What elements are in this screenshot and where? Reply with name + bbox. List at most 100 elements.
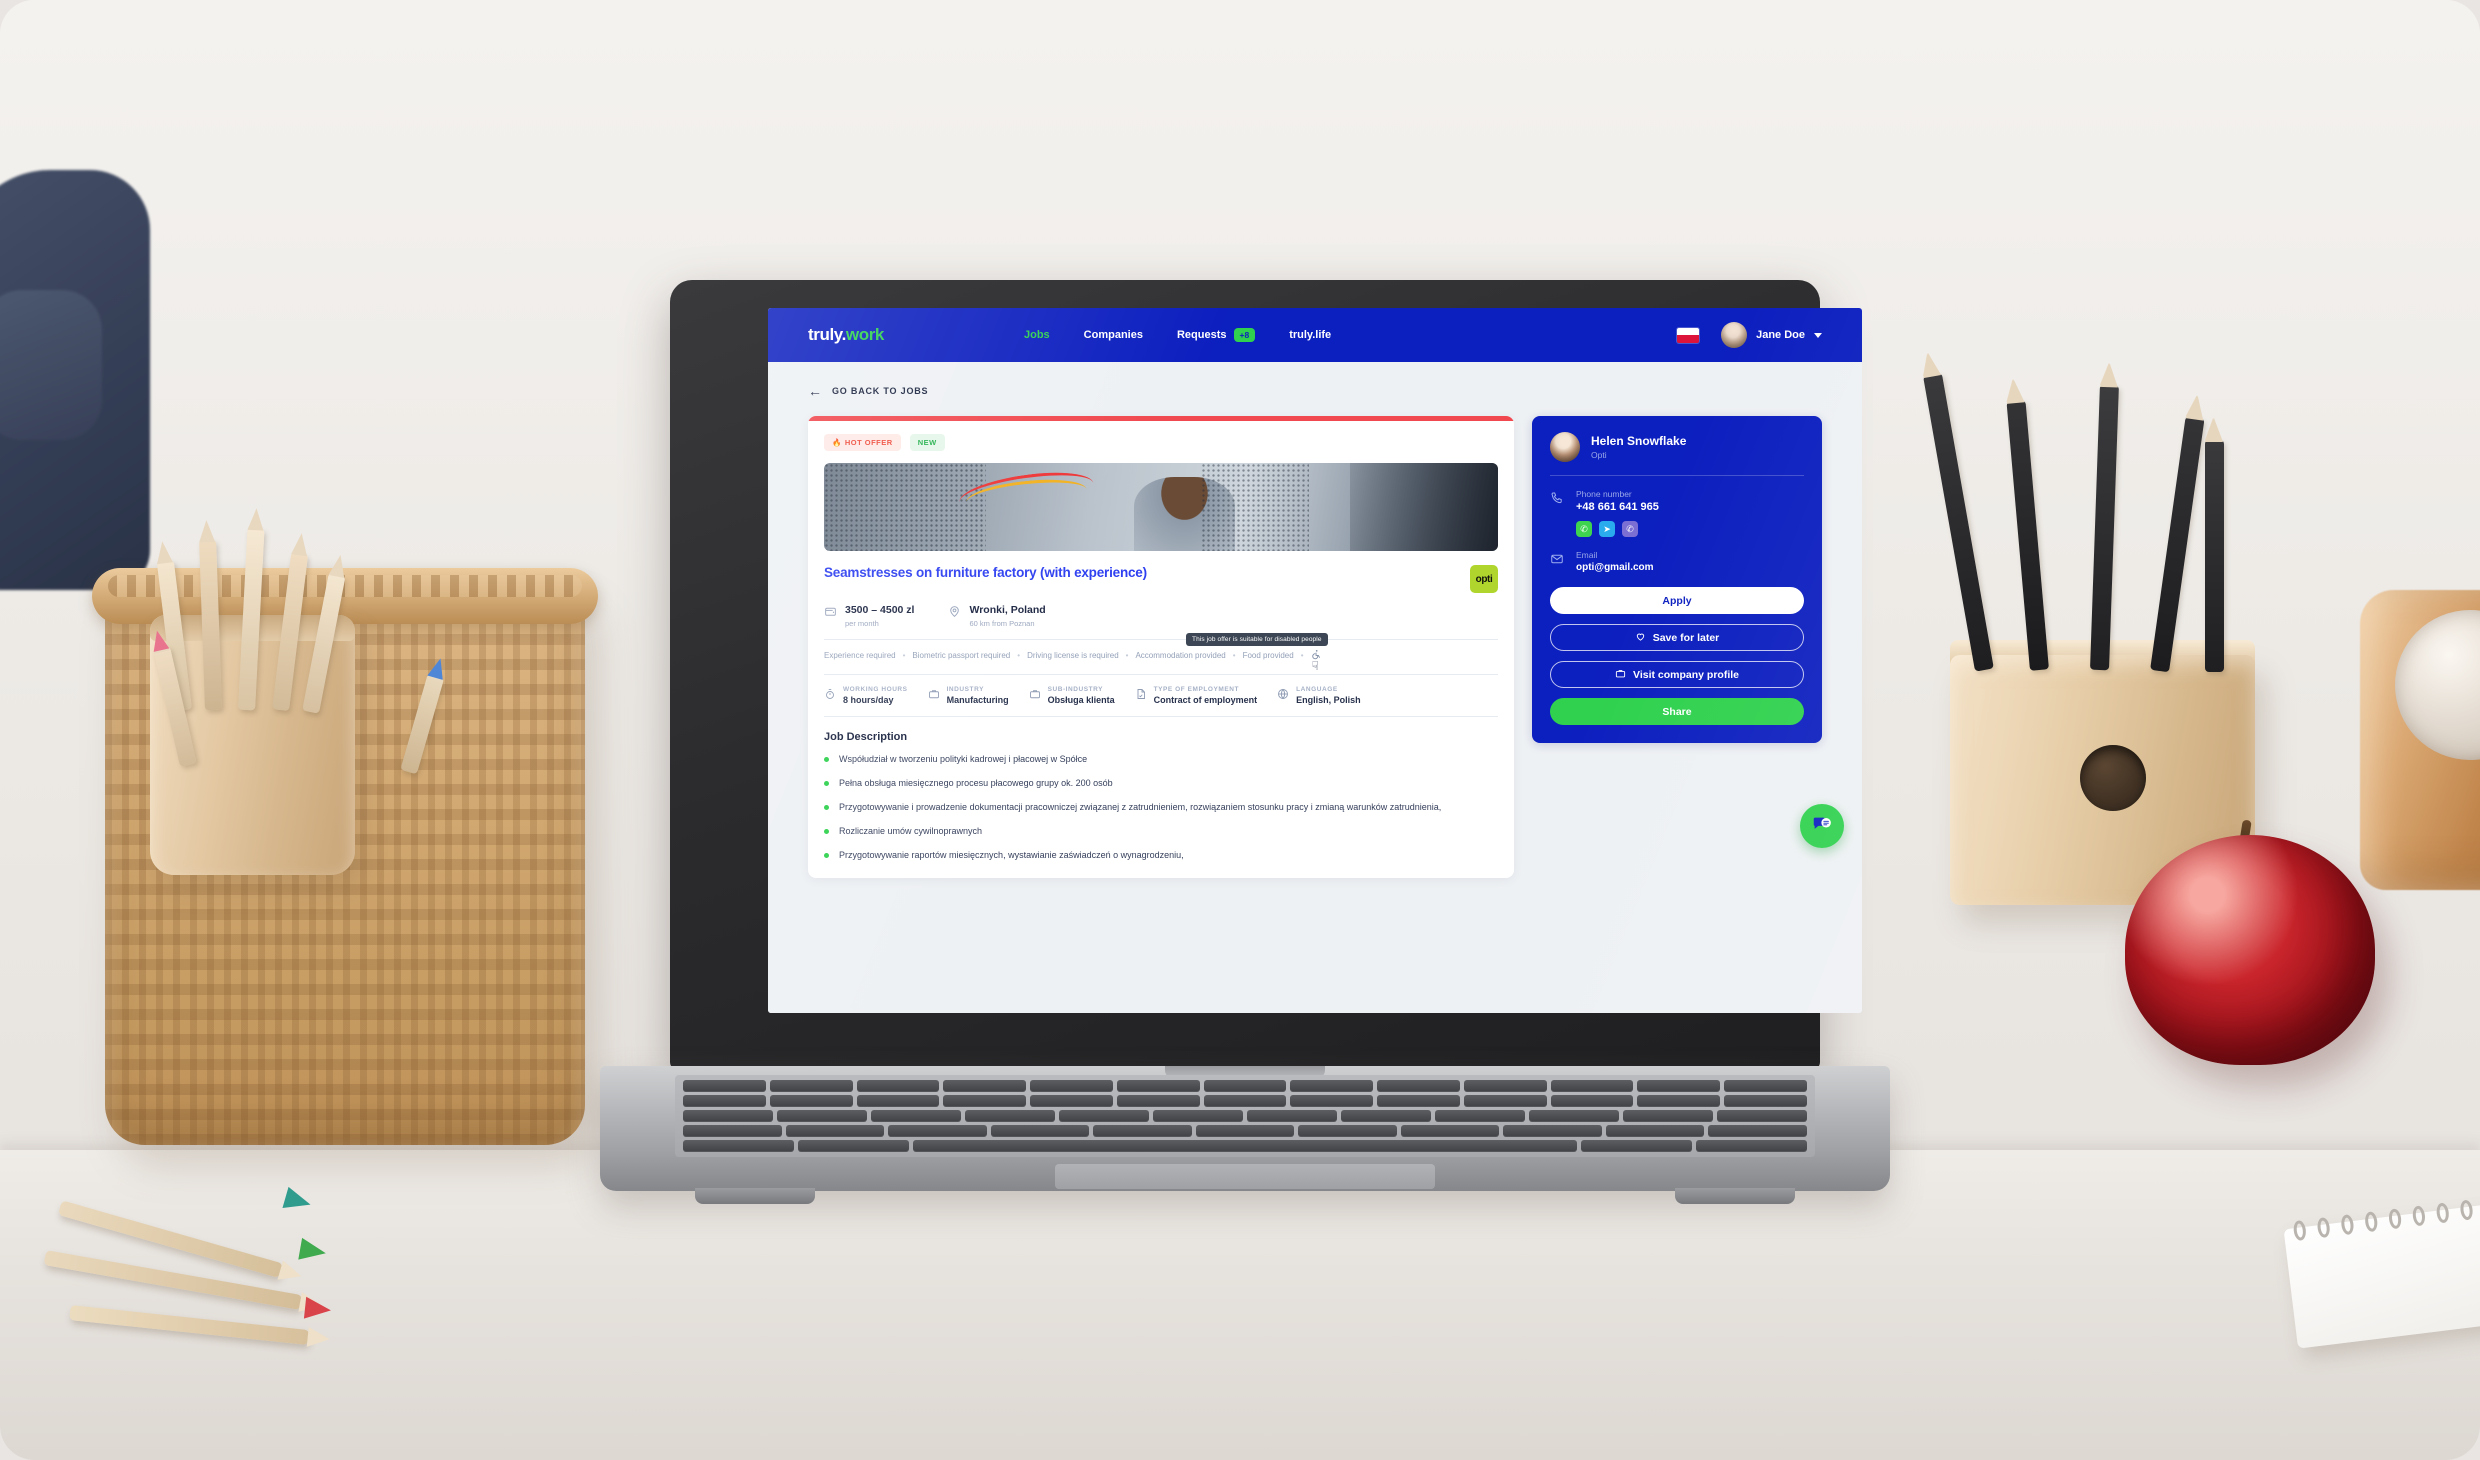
go-back-to-jobs-link[interactable]: ← GO BACK TO JOBS [808, 384, 1822, 398]
key [1030, 1080, 1113, 1092]
nav-link-truly-life-label: truly.life [1289, 329, 1332, 341]
key [1030, 1095, 1113, 1107]
save-for-later-label: Save for later [1652, 631, 1720, 644]
email-text-group: Email opti@gmail.com [1576, 550, 1654, 573]
key [943, 1095, 1027, 1107]
list-item: Pełna obsługa miesięcznego procesu płaco… [824, 777, 1498, 790]
user-menu[interactable]: Jane Doe [1721, 322, 1822, 348]
email-value[interactable]: opti@gmail.com [1576, 562, 1654, 573]
nav-link-truly-life[interactable]: truly.life [1289, 329, 1331, 341]
key [1435, 1110, 1525, 1122]
list-item: Rozliczanie umów cywilnoprawnych [824, 825, 1498, 838]
badge-new-label: NEW [917, 438, 937, 447]
telegram-icon[interactable]: ➤ [1599, 521, 1615, 537]
phone-row: Phone number +48 661 641 965 ✆ ➤ ✆ [1550, 489, 1804, 537]
logo-work: work [845, 325, 884, 344]
nav-link-jobs-label: Jobs [1023, 329, 1050, 341]
job-photo [824, 463, 1498, 551]
job-card: 🔥 HOT OFFER NEW Seamstresses on furnitur… [808, 416, 1514, 878]
meta-working-hours-text: WORKING HOURS 8 hours/day [843, 686, 908, 705]
contact-name: Helen Snowflake [1591, 433, 1687, 448]
tag-experience-required: Experience required [824, 651, 896, 661]
key [856, 1095, 940, 1107]
laptop-keyboard [675, 1075, 1815, 1157]
phone-label: Phone number [1576, 489, 1632, 499]
key [1463, 1095, 1547, 1107]
meta-industry: INDUSTRY Manufacturing [928, 686, 1009, 705]
nav-right-cluster: Jane Doe [1677, 322, 1822, 348]
key [1708, 1125, 1808, 1137]
document-check-icon [1135, 688, 1147, 703]
meta-label: LANGUAGE [1296, 685, 1338, 693]
keyboard-row [683, 1125, 1808, 1137]
poland-flag-icon[interactable] [1677, 327, 1700, 343]
spiral-notepad [2283, 1199, 2480, 1349]
wheelchair-accessible-icon[interactable]: This job offer is suitable for disabled … [1186, 632, 1328, 673]
job-title[interactable]: Seamstresses on furniture factory (with … [824, 565, 1147, 582]
visit-company-profile-button[interactable]: Visit company profile [1550, 661, 1804, 688]
nav-link-jobs[interactable]: Jobs [1024, 329, 1050, 341]
nav-link-companies[interactable]: Companies [1084, 329, 1143, 341]
bullet-dot [824, 780, 829, 786]
sidebar-divider [1550, 475, 1804, 476]
chat-widget-button[interactable] [1800, 804, 1844, 848]
chat-bubble-icon [1811, 814, 1833, 839]
laptop: truly.work Jobs Companies Requests +8 tr… [600, 280, 1890, 1280]
contact-person: Helen Snowflake Opti [1550, 432, 1804, 462]
job-description-title: Job Description [824, 730, 908, 743]
job-tags: Experience required • Biometric passport… [824, 632, 1498, 673]
key [1290, 1095, 1374, 1107]
key [1153, 1110, 1243, 1122]
meta-sub-industry: SUB-INDUSTRY Obsługa klienta [1029, 686, 1115, 705]
phone-value[interactable]: +48 661 641 965 [1576, 501, 1659, 513]
photo-mesh-right [1201, 463, 1310, 551]
avatar [1721, 322, 1748, 348]
site-logo[interactable]: truly.work [808, 325, 884, 345]
job-meta-row: WORKING HOURS 8 hours/day INDUSTRY Manuf… [824, 673, 1498, 717]
keyboard-row [683, 1095, 1807, 1107]
laptop-screen: truly.work Jobs Companies Requests +8 tr… [768, 308, 1862, 1013]
laptop-lid: truly.work Jobs Companies Requests +8 tr… [670, 280, 1862, 1070]
go-back-label: GO BACK TO JOBS [832, 386, 929, 396]
tag-biometric-passport: Biometric passport required [912, 651, 1011, 661]
whatsapp-icon[interactable]: ✆ [1576, 521, 1592, 537]
visit-company-profile-label: Visit company profile [1633, 668, 1739, 681]
tag-separator: • [1232, 651, 1236, 661]
list-item: Przygotowywanie i prowadzenie dokumentac… [824, 801, 1498, 814]
share-button[interactable]: Share [1550, 698, 1804, 725]
key [1623, 1110, 1713, 1122]
meta-label: SUB-INDUSTRY [1047, 685, 1104, 693]
location-pin-icon [948, 605, 961, 621]
company-logo[interactable]: opti [1470, 565, 1498, 593]
contact-org: Opti [1591, 450, 1607, 461]
keyboard-row [683, 1110, 1807, 1122]
key [1637, 1095, 1721, 1107]
wooden-block-hole [2080, 745, 2146, 811]
tag-separator: • [1017, 651, 1021, 661]
key [785, 1125, 885, 1137]
logo-truly: truly [808, 325, 842, 344]
apply-button[interactable]: Apply [1550, 587, 1804, 614]
key [965, 1110, 1055, 1122]
bullet-text: Przygotowywanie i prowadzenie dokumentac… [839, 801, 1442, 812]
meta-value: Obsługa klienta [1047, 694, 1115, 705]
meta-label: TYPE OF EMPLOYMENT [1153, 685, 1239, 693]
location-fact: Wronki, Poland 60 km from Poznan [948, 604, 1046, 628]
key [1298, 1125, 1397, 1137]
job-title-row: Seamstresses on furniture factory (with … [824, 565, 1498, 593]
key [888, 1125, 987, 1137]
list-item: Współudział w tworzeniu polityki kadrowe… [824, 753, 1498, 766]
save-for-later-button[interactable]: Save for later [1550, 624, 1804, 651]
key [1637, 1080, 1721, 1092]
keyboard-row-space [683, 1140, 1807, 1152]
nav-link-companies-label: Companies [1083, 329, 1143, 341]
meta-industry-text: INDUSTRY Manufacturing [947, 686, 1009, 705]
meta-value: 8 hours/day [843, 694, 894, 705]
nav-link-requests[interactable]: Requests +8 [1177, 328, 1256, 342]
viber-icon[interactable]: ✆ [1622, 521, 1638, 537]
tag-separator: • [902, 651, 906, 661]
meta-employment-text: TYPE OF EMPLOYMENT Contract of employmen… [1154, 686, 1258, 705]
location-distance: 60 km from Poznan [969, 618, 1035, 628]
key [1605, 1125, 1705, 1137]
wallet-icon [824, 605, 837, 621]
